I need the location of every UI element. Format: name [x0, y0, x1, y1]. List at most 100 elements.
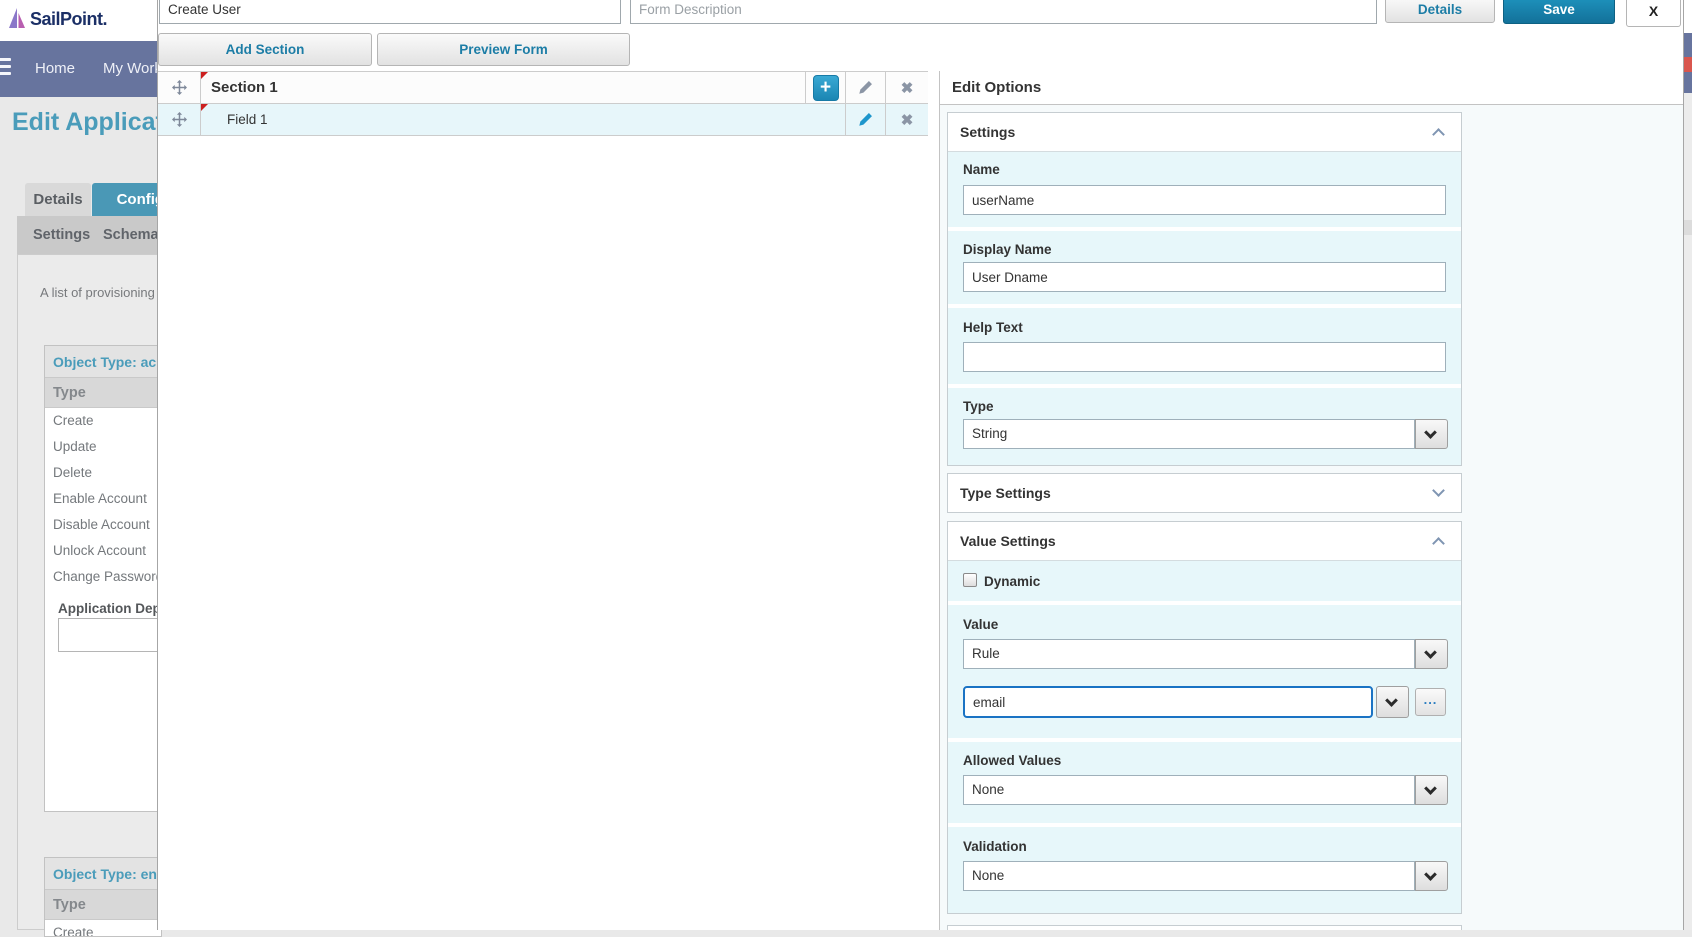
add-field-cell: +: [806, 72, 846, 103]
display-name-input[interactable]: [963, 262, 1446, 292]
value-settings-panel-title: Value Settings: [960, 533, 1056, 549]
list-item[interactable]: Delete: [45, 460, 161, 486]
object-type-entitlement-box: Object Type: en Type Create: [44, 857, 162, 937]
validation-label: Validation: [963, 839, 1027, 854]
settings-panel-body: Name Display Name Help Text Type String: [948, 151, 1461, 465]
section-label: Section 1: [201, 72, 805, 104]
validation-select[interactable]: None: [963, 861, 1448, 891]
section-row[interactable]: Section 1 + ✖: [158, 71, 928, 104]
rule-value-dropdown-button[interactable]: [1376, 686, 1409, 718]
chevron-up-icon[interactable]: [1432, 537, 1445, 550]
chevron-down-icon[interactable]: [1432, 484, 1445, 497]
help-text-input[interactable]: [963, 342, 1446, 372]
details-button[interactable]: Details: [1385, 0, 1495, 23]
list-item[interactable]: Change Password: [45, 564, 161, 590]
field-label: Field 1: [201, 104, 845, 135]
provisioning-description: A list of provisioning p: [40, 285, 166, 300]
nav-item-home[interactable]: Home: [35, 60, 75, 77]
dynamic-label: Dynamic: [984, 574, 1040, 589]
object-type-account-box: Object Type: ac Type Create Update Delet…: [44, 345, 162, 812]
edit-options-title: Edit Options: [940, 71, 1684, 105]
sailpoint-logo: SailPoint.: [8, 7, 107, 31]
background-page-right-edge: [1684, 0, 1692, 930]
chevron-down-icon: [1424, 646, 1437, 659]
list-item[interactable]: Disable Account: [45, 512, 161, 538]
hamburger-menu-icon[interactable]: [0, 58, 11, 79]
delete-icon[interactable]: ✖: [901, 79, 914, 97]
name-input[interactable]: [963, 185, 1446, 215]
close-button[interactable]: X: [1626, 0, 1681, 27]
type-select-button[interactable]: [1415, 419, 1448, 449]
rule-combo-row: ...: [948, 686, 1461, 718]
tab-details[interactable]: Details: [25, 183, 91, 216]
value-mode-select[interactable]: Rule: [963, 639, 1448, 669]
dynamic-checkbox[interactable]: [963, 573, 977, 587]
allowed-values-select-button[interactable]: [1415, 775, 1448, 805]
next-panel-edge: [947, 925, 1462, 930]
subtab-schema[interactable]: Schema: [103, 216, 159, 254]
type-select[interactable]: String: [963, 419, 1448, 449]
object-type-account-header: Object Type: ac: [45, 346, 161, 378]
application-dependency-field[interactable]: [58, 618, 162, 652]
type-label: Type: [963, 399, 994, 414]
settings-panel-title: Settings: [960, 124, 1015, 140]
move-icon: [172, 80, 187, 95]
section-title-cell[interactable]: Section 1: [201, 72, 806, 103]
drag-handle[interactable]: [158, 104, 201, 135]
settings-panel-header[interactable]: Settings: [948, 113, 1461, 151]
delete-field-cell: ✖: [886, 104, 928, 135]
allowed-values-select-value: None: [963, 775, 1415, 805]
chevron-down-icon: [1385, 694, 1398, 707]
edit-section-cell: [846, 72, 886, 103]
settings-panel: Settings Name Display Name Help Text Typ…: [947, 112, 1462, 466]
move-icon: [172, 112, 187, 127]
validation-select-value: None: [963, 861, 1415, 891]
type-settings-panel-title: Type Settings: [960, 485, 1051, 501]
chevron-down-icon: [1424, 782, 1437, 795]
allowed-values-label: Allowed Values: [963, 753, 1061, 768]
form-editor-modal: Details Save X Add Section Preview Form …: [157, 0, 1684, 930]
add-section-button[interactable]: Add Section: [158, 33, 372, 66]
form-name-input[interactable]: [159, 0, 621, 24]
field-row[interactable]: Field 1 ✖: [158, 104, 928, 136]
delete-icon[interactable]: ✖: [901, 111, 914, 129]
type-settings-panel-header[interactable]: Type Settings: [948, 474, 1461, 512]
dirty-marker: [201, 104, 208, 111]
name-label: Name: [963, 162, 1000, 177]
rule-browse-button[interactable]: ...: [1415, 688, 1446, 716]
sailpoint-logo-text: SailPoint.: [30, 9, 107, 30]
chevron-up-icon[interactable]: [1432, 128, 1445, 141]
dirty-marker: [201, 72, 208, 79]
chevron-down-icon: [1424, 868, 1437, 881]
preview-form-button[interactable]: Preview Form: [377, 33, 630, 66]
pencil-icon[interactable]: [858, 80, 873, 95]
save-button[interactable]: Save: [1503, 0, 1615, 24]
list-item[interactable]: Enable Account: [45, 486, 161, 512]
display-name-label: Display Name: [963, 242, 1052, 257]
list-item[interactable]: Update: [45, 434, 161, 460]
application-dependency-label: Application Depen: [58, 601, 162, 616]
form-description-input[interactable]: [630, 0, 1377, 24]
list-item[interactable]: Create: [45, 408, 161, 434]
subtab-bar: Settings Schema: [17, 216, 162, 254]
value-label: Value: [963, 617, 998, 632]
drag-handle[interactable]: [158, 72, 201, 103]
add-field-button[interactable]: +: [813, 75, 839, 101]
object-type-entitlement-header: Object Type: en: [45, 858, 161, 890]
edit-options-panel: Edit Options Settings Name Display Name …: [939, 71, 1684, 930]
rule-value-input[interactable]: [963, 686, 1373, 718]
value-settings-panel-header[interactable]: Value Settings: [948, 522, 1461, 560]
type-select-value: String: [963, 419, 1415, 449]
type-column-header: Type: [45, 890, 161, 920]
subtab-settings[interactable]: Settings: [33, 216, 90, 254]
list-item[interactable]: Unlock Account: [45, 538, 161, 564]
field-title-cell[interactable]: Field 1: [201, 104, 846, 135]
validation-select-button[interactable]: [1415, 861, 1448, 891]
nav-item-my-work[interactable]: My Work: [103, 60, 162, 77]
allowed-values-select[interactable]: None: [963, 775, 1448, 805]
edit-field-cell: [846, 104, 886, 135]
value-mode-select-value: Rule: [963, 639, 1415, 669]
pencil-icon[interactable]: [858, 112, 873, 127]
list-item[interactable]: Create: [45, 920, 161, 937]
value-mode-select-button[interactable]: [1415, 639, 1448, 669]
